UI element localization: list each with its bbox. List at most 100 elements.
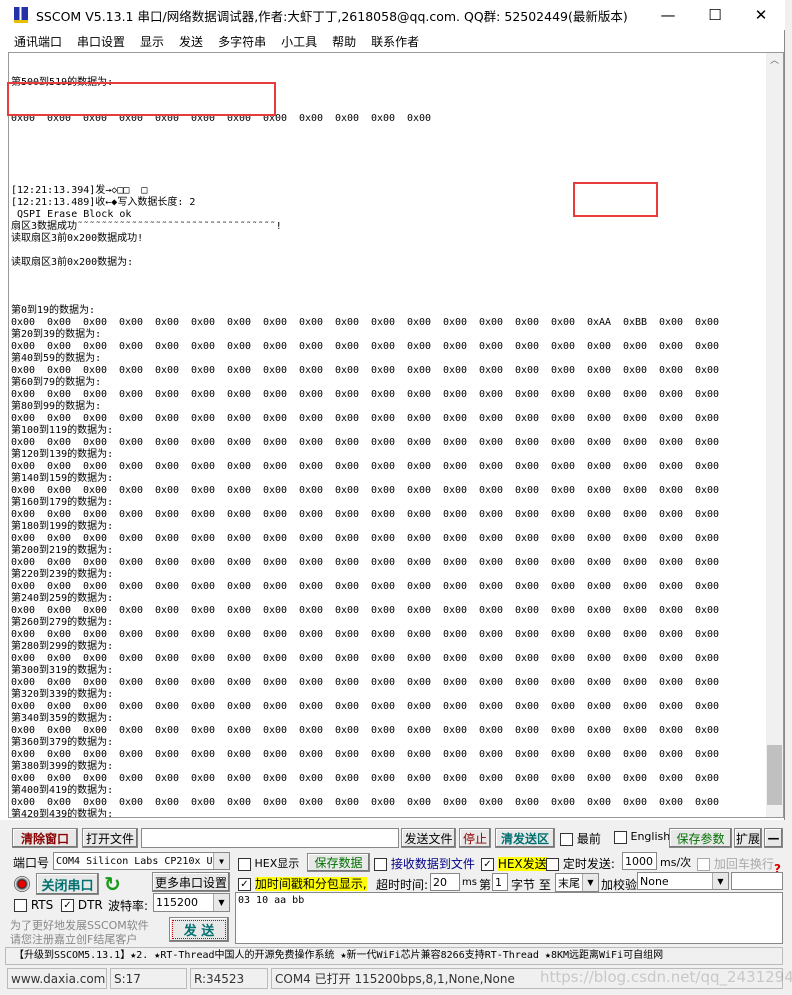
hex-value: 0x00 [479,485,504,496]
hex-value: 0x00 [695,581,720,592]
hex-value: 0x00 [47,365,72,376]
more-settings-button[interactable]: 更多串口设置 [152,872,230,892]
hex-value: 0x00 [407,389,432,400]
hex-value: 0x00 [659,797,684,808]
hex-value: 0x00 [83,701,108,712]
hex-value: 0x00 [155,341,180,352]
menu-port[interactable]: 通讯端口 [14,33,62,50]
hex-value: 0x00 [299,581,324,592]
hex-value: 0x00 [443,365,468,376]
hex-value: 0x00 [623,725,648,736]
byte-to-select[interactable]: 末尾 ▼ [555,873,599,892]
hex-value: 0x00 [83,461,108,472]
news-ticker[interactable]: 【升级到SSCOM5.13.1】★2. ★RT-Thread中国人的开源免费操作… [5,947,783,965]
hex-value: 0x00 [551,341,576,352]
menu-serial-settings[interactable]: 串口设置 [77,33,125,50]
english-checkbox[interactable]: English [614,830,670,844]
hex-value: 0x00 [335,365,360,376]
hex-value: 0x00 [479,605,504,616]
baud-select[interactable]: 115200 ▼ [153,893,230,912]
chevron-down-icon[interactable]: ▼ [712,873,728,889]
hex-value: 0x00 [371,317,396,328]
expand-button[interactable]: 扩展 [734,828,762,848]
add-crlf-checkbox[interactable]: 加回车换行 [697,855,774,872]
hex-value: 0x00 [119,317,144,328]
status-site[interactable]: www.daxia.com [7,968,107,989]
clear-window-button[interactable]: 清除窗口 [12,828,78,848]
send-file-button[interactable]: 发送文件 [401,828,456,848]
hex-value: 0x00 [623,461,648,472]
hex-value: 0x00 [11,581,36,592]
row-values: 0x00 0x00 0x00 0x00 0x00 0x00 0x00 0x00 0x00 0x00… [11,773,769,785]
hex-value: 0x00 [263,629,288,640]
menu-send[interactable]: 发送 [179,33,203,50]
hex-value: 0x00 [695,557,720,568]
hex-display-checkbox[interactable]: HEX显示 [238,855,299,871]
clear-send-button[interactable]: 清发送区 [495,828,555,848]
interval-input[interactable]: 1000 [622,852,657,870]
hex-value: 0x00 [515,797,540,808]
open-file-button[interactable]: 打开文件 [82,828,138,848]
menu-help[interactable]: 帮助 [332,33,356,50]
dtr-checkbox[interactable]: ✓ DTR [61,898,103,912]
menu-tools[interactable]: 小工具 [281,33,317,50]
menu-contact[interactable]: 联系作者 [371,33,419,50]
hex-value: 0x00 [443,581,468,592]
hex-value: 0x00 [47,461,72,472]
rts-checkbox[interactable]: RTS [14,898,53,912]
timed-send-checkbox[interactable]: 定时发送: [546,855,615,872]
hex-value: 0x00 [155,317,180,328]
send-input[interactable]: 03 10 aa bb [235,892,783,944]
save-data-button[interactable]: 保存数据 [307,853,370,872]
close-button[interactable]: ✕ [738,0,784,30]
hex-send-checkbox[interactable]: ✓ HEX发送 [481,855,547,872]
hex-value: 0x00 [11,605,36,616]
hex-value: 0x00 [299,389,324,400]
chevron-down-icon[interactable]: ▼ [582,874,598,891]
stop-button[interactable]: 停止 [459,828,491,848]
hex-value: 0x00 [371,389,396,400]
timed-send-label: 定时发送: [562,857,615,871]
port-select[interactable]: COM4 Silicon Labs CP210x U ▼ [53,852,230,870]
hex-value: 0x00 [155,533,180,544]
hex-value: 0x00 [407,677,432,688]
timeout-input[interactable]: 20 [430,873,460,891]
receive-area[interactable]: 第500到519的数据为: 0x00 0x00 0x00 0x00 0x00 0x00 0x… [8,52,784,818]
hex-value: 0x00 [479,461,504,472]
checksum-result-field[interactable] [731,872,783,890]
hex-value: 0x00 [227,317,252,328]
hex-value: 0x00 [515,557,540,568]
recv-to-file-checkbox[interactable]: 接收数据到文件 [374,855,475,872]
chevron-down-icon[interactable]: ▼ [213,894,229,911]
refresh-icon[interactable]: ↻ [104,872,121,896]
scroll-up-icon[interactable]: ︿ [766,53,783,66]
hex-value: 0xAA [587,317,612,328]
hex-value: 0x00 [263,341,288,352]
hex-value: 0x00 [191,437,216,448]
hex-value: 0x00 [551,677,576,688]
chevron-down-icon[interactable]: ▼ [213,853,229,869]
receive-scrollbar[interactable]: ︿ [766,53,783,817]
hex-value: 0x00 [407,797,432,808]
collapse-button[interactable]: — [764,828,783,848]
send-button[interactable]: 发 送 [169,917,229,942]
hex-value: 0x00 [407,581,432,592]
save-params-button[interactable]: 保存参数 [669,828,732,848]
hex-value: 0x00 [551,629,576,640]
hex-value: 0x00 [263,485,288,496]
maximize-button[interactable]: ☐ [692,0,738,30]
checksum-select[interactable]: None ▼ [637,872,729,890]
minimize-button[interactable]: — [645,0,691,30]
file-path-input[interactable] [141,828,399,848]
hex-value: 0x00 [335,653,360,664]
hex-value: 0x00 [83,485,108,496]
byte-from-input[interactable]: 1 [492,873,508,891]
hex-value: 0x00 [335,485,360,496]
topmost-checkbox[interactable]: 最前 [560,830,601,847]
menu-display[interactable]: 显示 [140,33,164,50]
scroll-thumb[interactable] [767,745,782,805]
hex-value: 0x00 [371,437,396,448]
timestamp-checkbox[interactable]: ✓ 加时间戳和分包显示, [238,875,367,892]
menu-multi-string[interactable]: 多字符串 [218,33,266,50]
close-port-button[interactable]: 关闭串口 [36,873,99,895]
